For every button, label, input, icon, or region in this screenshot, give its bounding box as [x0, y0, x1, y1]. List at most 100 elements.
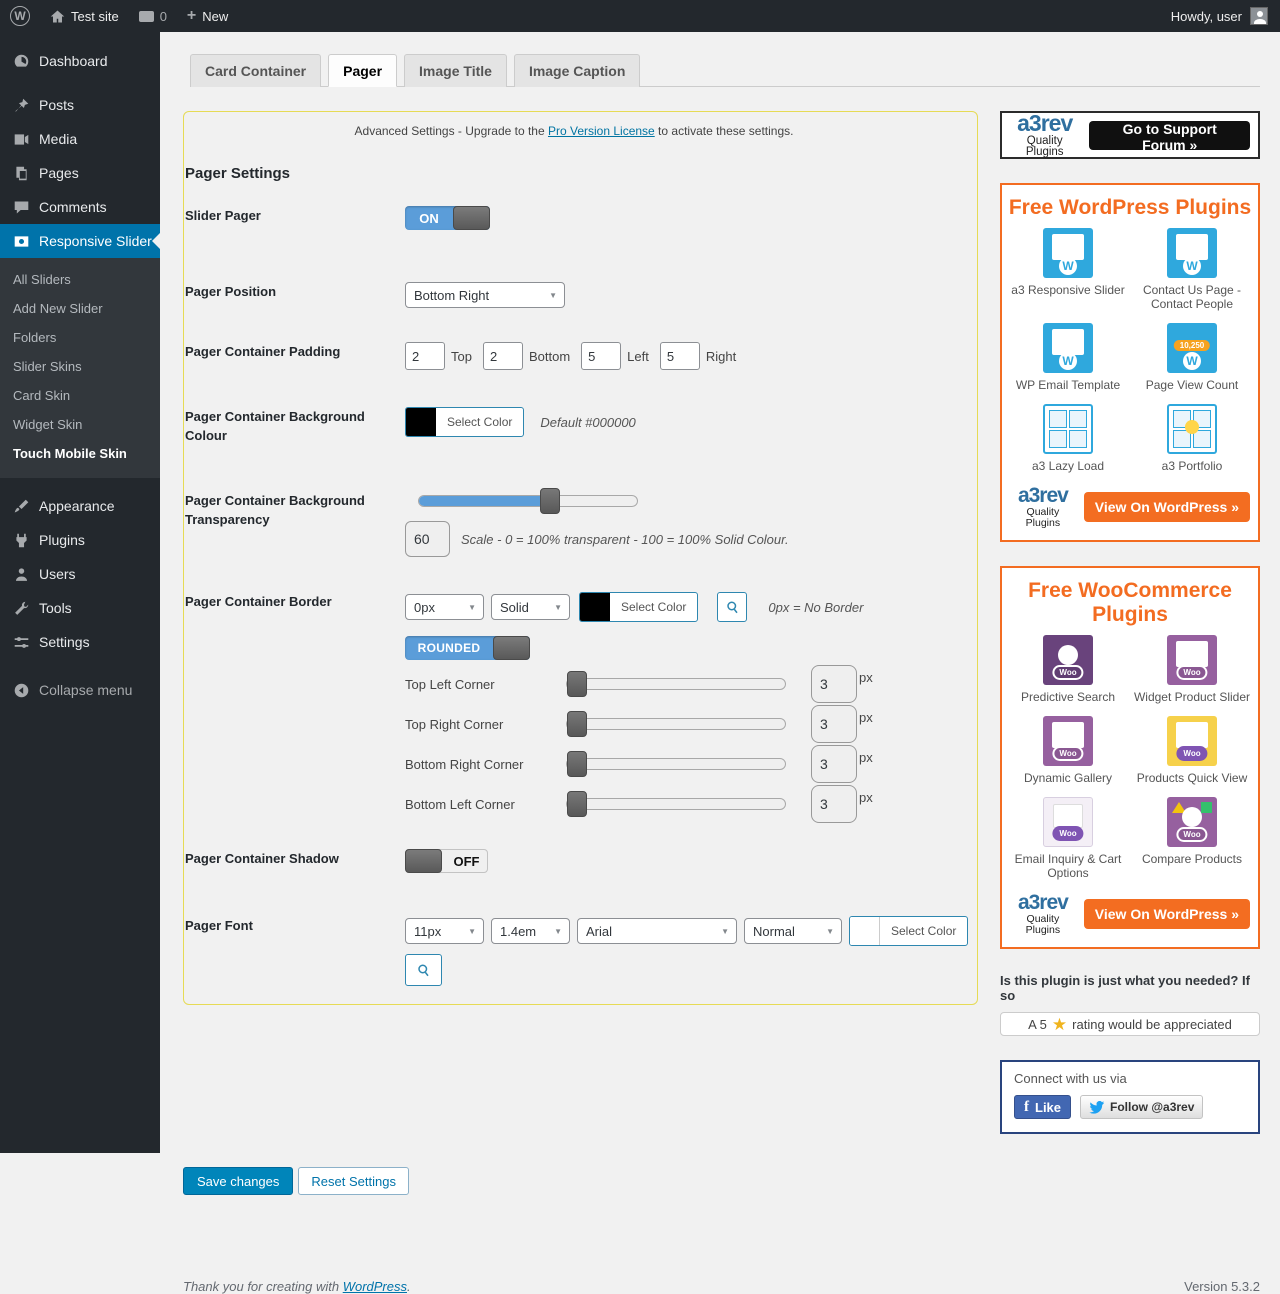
bottom-right-corner-input[interactable]	[811, 745, 857, 783]
submenu-slider-skins[interactable]: Slider Skins	[0, 352, 160, 381]
font-weight-select[interactable]: Normal ▼	[744, 918, 842, 944]
slider-handle[interactable]	[540, 488, 560, 514]
sidebar-item-pages[interactable]: Pages	[0, 156, 160, 190]
padding-right-input[interactable]	[660, 342, 700, 370]
submenu-all-sliders[interactable]: All Sliders	[0, 265, 160, 294]
site-link[interactable]: Test site	[40, 0, 129, 32]
pro-version-link[interactable]: Pro Version License	[548, 124, 655, 138]
twitter-follow-button[interactable]: Follow @a3rev	[1080, 1095, 1203, 1119]
sidebar-item-comments[interactable]: Comments	[0, 190, 160, 224]
widget-product-slider-icon: Woo	[1167, 635, 1217, 685]
bottom-left-corner-label: Bottom Left Corner	[405, 797, 566, 812]
sidebar-item-plugins[interactable]: Plugins	[0, 523, 160, 557]
top-left-corner-input[interactable]	[811, 665, 857, 703]
submenu-widget-skin[interactable]: Widget Skin	[0, 410, 160, 439]
sidebar-item-responsive-slider[interactable]: Responsive Slider	[0, 224, 160, 258]
top-right-corner-input[interactable]	[811, 705, 857, 743]
wordpress-link[interactable]: WordPress	[343, 1279, 407, 1294]
border-width-select[interactable]: 0px ▼	[405, 594, 484, 620]
toggle-knob[interactable]	[405, 849, 442, 873]
shadow-toggle[interactable]: OFF	[405, 849, 488, 873]
account-menu[interactable]: Howdy, user	[1171, 7, 1280, 25]
sidebar-item-posts[interactable]: Posts	[0, 88, 160, 122]
font-family-select[interactable]: Arial ▼	[577, 918, 737, 944]
font-select-color-button[interactable]: Select Color	[849, 916, 968, 946]
rounded-toggle[interactable]: ROUNDED	[405, 636, 530, 660]
plugin-predictive-search[interactable]: Woo Predictive Search	[1008, 635, 1128, 704]
submenu-touch-mobile-skin[interactable]: Touch Mobile Skin	[0, 439, 160, 468]
select-color-label: Select Color	[610, 593, 697, 621]
border-style-select[interactable]: Solid ▼	[491, 594, 570, 620]
tab-pager[interactable]: Pager	[328, 54, 397, 87]
comments-bubble[interactable]: 0	[129, 0, 177, 32]
sidebar-item-settings[interactable]: Settings	[0, 625, 160, 659]
plugin-a3-portfolio[interactable]: a3 Portfolio	[1132, 404, 1252, 473]
border-select-color-button[interactable]: Select Color	[579, 592, 698, 622]
tab-image-caption[interactable]: Image Caption	[514, 54, 640, 87]
transparency-input[interactable]	[405, 521, 450, 557]
font-size-select[interactable]: 11px ▼	[405, 918, 484, 944]
submenu-folders[interactable]: Folders	[0, 323, 160, 352]
padding-top-input[interactable]	[405, 342, 445, 370]
woo-plugins-box: Free WooCommerce Plugins Woo Predictive …	[1000, 566, 1260, 949]
sidebar-item-users[interactable]: Users	[0, 557, 160, 591]
plugin-dynamic-gallery[interactable]: Woo Dynamic Gallery	[1008, 716, 1128, 785]
view-on-wordpress-button[interactable]: View On WordPress »	[1084, 899, 1250, 929]
sidebar-item-label: Settings	[39, 634, 90, 650]
font-preview-button[interactable]	[405, 954, 442, 986]
support-forum-button[interactable]: Go to Support Forum »	[1089, 121, 1250, 150]
slider-handle[interactable]	[567, 671, 587, 697]
sidebar-item-label: Users	[39, 566, 76, 582]
plugin-a3-responsive-slider[interactable]: W a3 Responsive Slider	[1008, 228, 1128, 311]
top-right-corner-slider[interactable]	[566, 718, 786, 730]
slider-handle[interactable]	[567, 791, 587, 817]
users-icon	[13, 566, 30, 583]
reset-settings-button[interactable]: Reset Settings	[298, 1167, 409, 1195]
slider-handle[interactable]	[567, 751, 587, 777]
pager-position-select[interactable]: Bottom Right ▼	[405, 282, 565, 308]
rating-pill[interactable]: A 5 ★ rating would be appreciated	[1000, 1012, 1260, 1036]
sidebar-item-media[interactable]: Media	[0, 122, 160, 156]
tab-image-title[interactable]: Image Title	[404, 54, 507, 87]
bottom-left-corner-input[interactable]	[811, 785, 857, 823]
bottom-right-corner-slider[interactable]	[566, 758, 786, 770]
submenu-add-new-slider[interactable]: Add New Slider	[0, 294, 160, 323]
sidebar-item-dashboard[interactable]: Dashboard	[0, 44, 160, 78]
bottom-left-corner-slider[interactable]	[566, 798, 786, 810]
plugin-widget-product-slider[interactable]: Woo Widget Product Slider	[1132, 635, 1252, 704]
toggle-knob[interactable]	[493, 636, 530, 660]
twitter-bird-icon	[1089, 1101, 1105, 1114]
facebook-like-button[interactable]: f Like	[1014, 1095, 1071, 1119]
top-right-corner-label: Top Right Corner	[405, 717, 566, 732]
collapse-menu-button[interactable]: Collapse menu	[0, 673, 160, 707]
slider-handle[interactable]	[567, 711, 587, 737]
padding-bottom-input[interactable]	[483, 342, 523, 370]
border-preview-button[interactable]	[717, 592, 747, 622]
submenu-card-skin[interactable]: Card Skin	[0, 381, 160, 410]
view-on-wordpress-button[interactable]: View On WordPress »	[1084, 492, 1250, 522]
padding-left-input[interactable]	[581, 342, 621, 370]
plugin-contact-us-page[interactable]: W Contact Us Page - Contact People	[1132, 228, 1252, 311]
plugin-wp-email-template[interactable]: W WP Email Template	[1008, 323, 1128, 392]
plugin-page-view-count[interactable]: 10,250W Page View Count	[1132, 323, 1252, 392]
magnifier-icon	[725, 600, 740, 615]
sidebar-item-appearance[interactable]: Appearance	[0, 489, 160, 523]
font-weight-value: Normal	[753, 924, 795, 939]
new-menu[interactable]: + New	[177, 0, 238, 32]
slider-pager-toggle[interactable]: ON	[405, 206, 490, 230]
plugin-compare-products[interactable]: Woo Compare Products	[1132, 797, 1252, 880]
plugin-products-quick-view[interactable]: Woo Products Quick View	[1132, 716, 1252, 785]
bg-colour-select-color-button[interactable]: Select Color	[405, 407, 524, 437]
sidebar-item-tools[interactable]: Tools	[0, 591, 160, 625]
plugin-a3-lazy-load[interactable]: a3 Lazy Load	[1008, 404, 1128, 473]
toggle-knob[interactable]	[453, 206, 490, 230]
border-width-value: 0px	[414, 600, 435, 615]
tab-card-container[interactable]: Card Container	[190, 54, 321, 87]
plugin-email-inquiry-cart-options[interactable]: Woo Email Inquiry & Cart Options	[1008, 797, 1128, 880]
transparency-slider[interactable]	[418, 495, 638, 507]
save-changes-button[interactable]: Save changes	[183, 1167, 293, 1195]
top-left-corner-slider[interactable]	[566, 678, 786, 690]
line-height-select[interactable]: 1.4em ▼	[491, 918, 570, 944]
wordpress-menu[interactable]: W	[0, 0, 40, 32]
pages-icon	[13, 165, 30, 182]
